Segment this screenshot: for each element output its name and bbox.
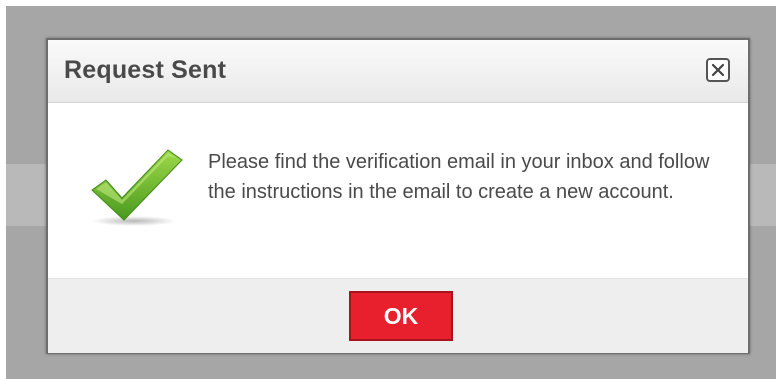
dialog-title-bar: Request Sent — [48, 40, 748, 103]
dialog-footer: OK — [48, 278, 748, 353]
close-button[interactable] — [706, 58, 730, 82]
dialog-title: Request Sent — [64, 56, 227, 84]
dialog-body: Please find the verification email in yo… — [48, 103, 748, 278]
dialog-message: Please find the verification email in yo… — [208, 151, 710, 203]
ok-button[interactable]: OK — [349, 291, 453, 341]
checkmark-icon — [91, 149, 183, 226]
request-sent-dialog: Request Sent Please find the verificatio… — [46, 38, 750, 354]
close-icon — [711, 63, 725, 77]
